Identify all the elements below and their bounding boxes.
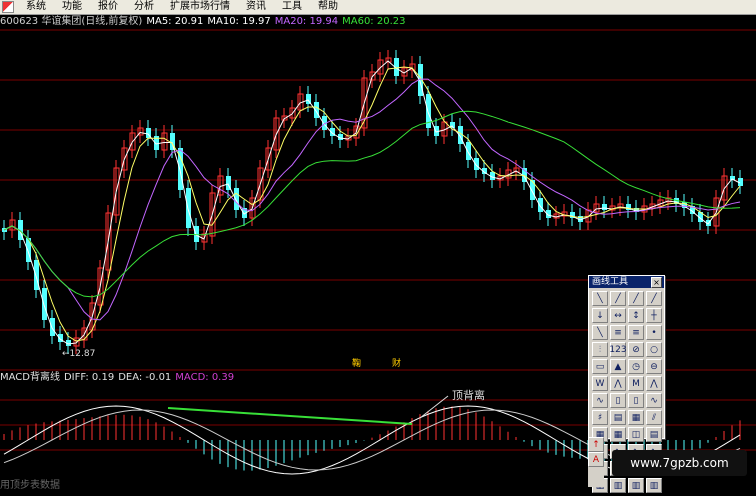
drawing-tool-icon[interactable]: ┼ [646, 308, 662, 323]
macd-indicator-name: MACD背离线 [0, 372, 60, 383]
candle-body [466, 142, 471, 160]
drawing-tool-icon[interactable]: • [646, 325, 662, 340]
drawing-tool-icon[interactable]: ▯ [610, 393, 626, 408]
drawing-tool-icon[interactable]: ▭ [592, 359, 608, 374]
macd-header: MACD背离线 DIFF: 0.19 DEA: -0.01 MACD: 0.39 [0, 372, 234, 384]
drawing-tool-icon[interactable]: ╱ [610, 291, 626, 306]
candle-body [530, 180, 535, 200]
drawing-tool-icon[interactable]: ○ [646, 342, 662, 357]
drawing-tool-icon[interactable]: ↔ [610, 308, 626, 323]
drawing-tools-titlebar[interactable]: 画线工具 × [589, 276, 664, 288]
drawing-tool-icon[interactable]: ↕ [628, 308, 644, 323]
drawing-tool-icon[interactable]: ╲ [592, 325, 608, 340]
candle-body [42, 288, 47, 320]
watermark: www.7gpzb.com [612, 450, 747, 476]
ma60-value: MA60: 20.23 [342, 16, 406, 27]
arrow-tool-icon[interactable]: ↑ [588, 437, 604, 452]
macd-diff-value: DIFF: 0.19 [63, 372, 115, 383]
drawing-tool-icon[interactable]: ╲ [592, 291, 608, 306]
low-price-label: ←12.87 [62, 349, 96, 359]
drawing-tool-icon[interactable]: ▥ [610, 478, 626, 493]
candle-body [186, 188, 191, 228]
close-icon[interactable]: × [651, 276, 662, 288]
ma10-value: MA10: 19.97 [207, 16, 271, 27]
drawing-tool-icon[interactable]: ↓ [592, 308, 608, 323]
drawing-tool-icon[interactable]: ▦ [628, 410, 644, 425]
candle-body [50, 318, 55, 336]
bottom-caption: 用顶步表数据 [0, 480, 60, 491]
drawing-tool-icon[interactable]: ◷ [628, 359, 644, 374]
drawing-tools-title: 画线工具 [592, 277, 629, 287]
candle-body [194, 226, 199, 242]
ma20-value: MA20: 19.94 [274, 16, 339, 27]
drawing-tool-icon[interactable]: ∿ [646, 393, 662, 408]
drawing-tools-panel[interactable]: 画线工具 × ╲ ╱ ╱ ╱ ↓ ↔ ↕ ┼ ╲ ≡ ≡ • ⫶ 123 ⊘ ○ ▭ ▲ ◷ ⊖ W ⋀ M ⋀ ∿ ▯ ▯ ∿ ♯ ▤ ▦… [588, 275, 665, 493]
drawing-tool-icon[interactable]: ⊖ [646, 359, 662, 374]
candle-body [538, 198, 543, 212]
candle-body [602, 204, 607, 210]
macd-value: MACD: 0.39 [175, 372, 235, 383]
drawing-tool-icon[interactable]: ⫶ [592, 342, 608, 357]
drawing-tool-icon[interactable]: ♯ [592, 410, 608, 425]
drawing-tool-icon[interactable]: ⋀ [610, 376, 626, 391]
drawing-tool-icon[interactable]: ▯ [628, 393, 644, 408]
drawing-tool-icon[interactable]: ⫽ [646, 410, 662, 425]
drawing-tools-extra: ↑ A [588, 437, 604, 487]
drawing-tool-icon[interactable]: ∿ [592, 393, 608, 408]
drawing-tool-icon[interactable]: ≡ [610, 325, 626, 340]
drawing-tool-icon[interactable]: ▥ [646, 478, 662, 493]
drawing-tool-icon[interactable]: ▤ [646, 427, 662, 442]
divergence-line [167, 407, 413, 425]
drawing-tool-icon[interactable]: ╱ [628, 291, 644, 306]
chart-header: 600623 华谊集团(日线,前复权) MA5: 20.91 MA10: 19.… [0, 15, 405, 28]
drawing-tool-icon[interactable]: ▤ [610, 410, 626, 425]
drawing-tool-icon[interactable]: ▥ [628, 478, 644, 493]
drawing-tool-icon[interactable]: ⋀ [646, 376, 662, 391]
drawing-tool-icon[interactable]: ◫ [628, 427, 644, 442]
candle-body [474, 158, 479, 170]
candle-body [234, 188, 239, 210]
drawing-tool-icon[interactable]: ╱ [646, 291, 662, 306]
stock-title: 600623 华谊集团(日线,前复权) [0, 16, 143, 27]
text-tool-icon[interactable]: A [588, 452, 604, 467]
ma5-value: MA5: 20.91 [146, 16, 204, 27]
drawing-tool-icon[interactable]: ⊘ [628, 342, 644, 357]
drawing-tool-icon[interactable]: ≡ [628, 325, 644, 340]
drawing-tool-icon[interactable]: W [592, 376, 608, 391]
macd-dea-value: DEA: -0.01 [118, 372, 172, 383]
drawing-tool-icon[interactable]: ▦ [610, 427, 626, 442]
drawing-tool-icon[interactable]: M [628, 376, 644, 391]
drawing-tool-icon[interactable]: ▲ [610, 359, 626, 374]
divergence-annotation: 顶背离 [452, 389, 485, 402]
event-marker[interactable]: 财 [392, 359, 401, 369]
event-marker[interactable]: 鞠 [352, 359, 361, 369]
drawing-tool-icon[interactable]: 123 [609, 342, 627, 357]
